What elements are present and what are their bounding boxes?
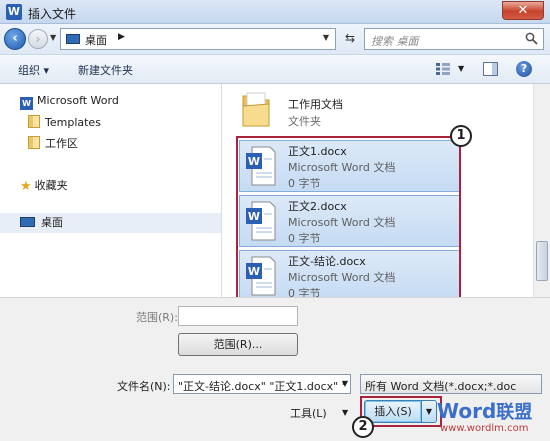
folder-type: 文件夹 [288,115,321,128]
word-icon: W [20,97,33,110]
brand-cn: 联盟 [496,402,533,423]
address-bar: ‹ › ▼ 桌面 ▶ ▼ ⇆ 搜索 桌面 [0,24,550,54]
folder-icon [28,115,40,128]
refresh-icon[interactable]: ⇆ [339,29,361,49]
filetype-select[interactable]: 所有 Word 文档(*.docx;*.doc [360,374,542,394]
filetype-value: 所有 Word 文档(*.docx;*.doc [365,380,517,393]
word-icon: W [6,4,22,20]
search-placeholder: 搜索 桌面 [371,35,419,48]
search-icon [525,32,538,45]
brand-watermark: Word联盟 [437,398,532,424]
callout-marker-1: 1 [450,125,472,147]
range-label: 范围(R): [136,311,178,324]
search-input[interactable]: 搜索 桌面 [364,28,544,50]
chevron-down-icon[interactable]: ▼ [323,33,329,42]
filename-value: "正文-结论.docx" "正文1.docx" " [178,380,347,393]
nav-item-label: 收藏夹 [34,179,68,192]
filename-label: 文件名(N): [117,380,171,393]
address-location[interactable]: 桌面 [85,32,107,48]
callout-marker-2: 2 [352,416,374,438]
nav-item-workarea[interactable]: 工作区 [28,135,78,151]
folder-name[interactable]: 工作用文档 [288,96,343,112]
chevron-down-icon[interactable]: ▼ [342,408,348,417]
address-box[interactable]: 桌面 ▶ ▼ [60,28,336,50]
nav-item-desktop[interactable]: 桌面 [0,213,221,233]
window-title: 插入文件 [28,7,77,21]
computer-icon [20,217,35,227]
brand-word: Word [437,399,497,423]
scrollbar-thumb[interactable] [536,241,548,281]
nav-item-label: Microsoft Word [37,94,119,107]
nav-item-microsoft-word[interactable]: W Microsoft Word [20,94,119,110]
filename-input[interactable]: "正文-结论.docx" "正文1.docx" " ▼ [173,374,351,394]
help-icon[interactable]: ? [516,61,532,77]
organize-button[interactable]: 组织 ▾ [18,62,49,78]
tools-button[interactable]: 工具(L) [290,405,327,421]
title-bar: W 插入文件 ✕ [0,0,550,24]
nav-item-favorites[interactable]: ★ 收藏夹 [20,177,68,194]
selection-highlight-frame [236,136,461,302]
star-icon: ★ [20,179,32,194]
range-button[interactable]: 范围(R)... [178,333,298,356]
folder-icon[interactable] [241,90,271,128]
dialog-footer: 范围(R): 范围(R)... 文件名(N): "正文-结论.docx" "正文… [0,297,550,441]
brand-url: www.wordlm.com [440,423,529,434]
forward-button[interactable]: › [28,29,48,49]
computer-icon [66,34,80,44]
navigation-pane: W Microsoft Word Templates 工作区 ★ 收藏夹 桌面 [0,84,222,297]
folder-icon [28,136,40,149]
back-button[interactable]: ‹ [4,28,26,50]
view-options-icon[interactable] [436,63,450,75]
close-button[interactable]: ✕ [502,1,544,20]
vertical-scrollbar[interactable] [533,84,550,297]
nav-item-label: 桌面 [41,216,63,229]
history-dropdown-icon[interactable]: ▼ [50,33,56,42]
new-folder-button[interactable]: 新建文件夹 [78,62,133,78]
preview-pane-icon[interactable] [483,62,498,76]
nav-item-label: Templates [45,116,101,129]
nav-item-templates[interactable]: Templates [28,115,101,129]
nav-item-label: 工作区 [45,137,78,150]
chevron-down-icon[interactable]: ▼ [458,64,464,73]
chevron-down-icon[interactable]: ▼ [342,379,348,388]
command-toolbar: 组织 ▾ 新建文件夹 ▼ ? [0,54,550,84]
chevron-right-icon[interactable]: ▶ [118,32,125,42]
range-input [178,306,298,326]
